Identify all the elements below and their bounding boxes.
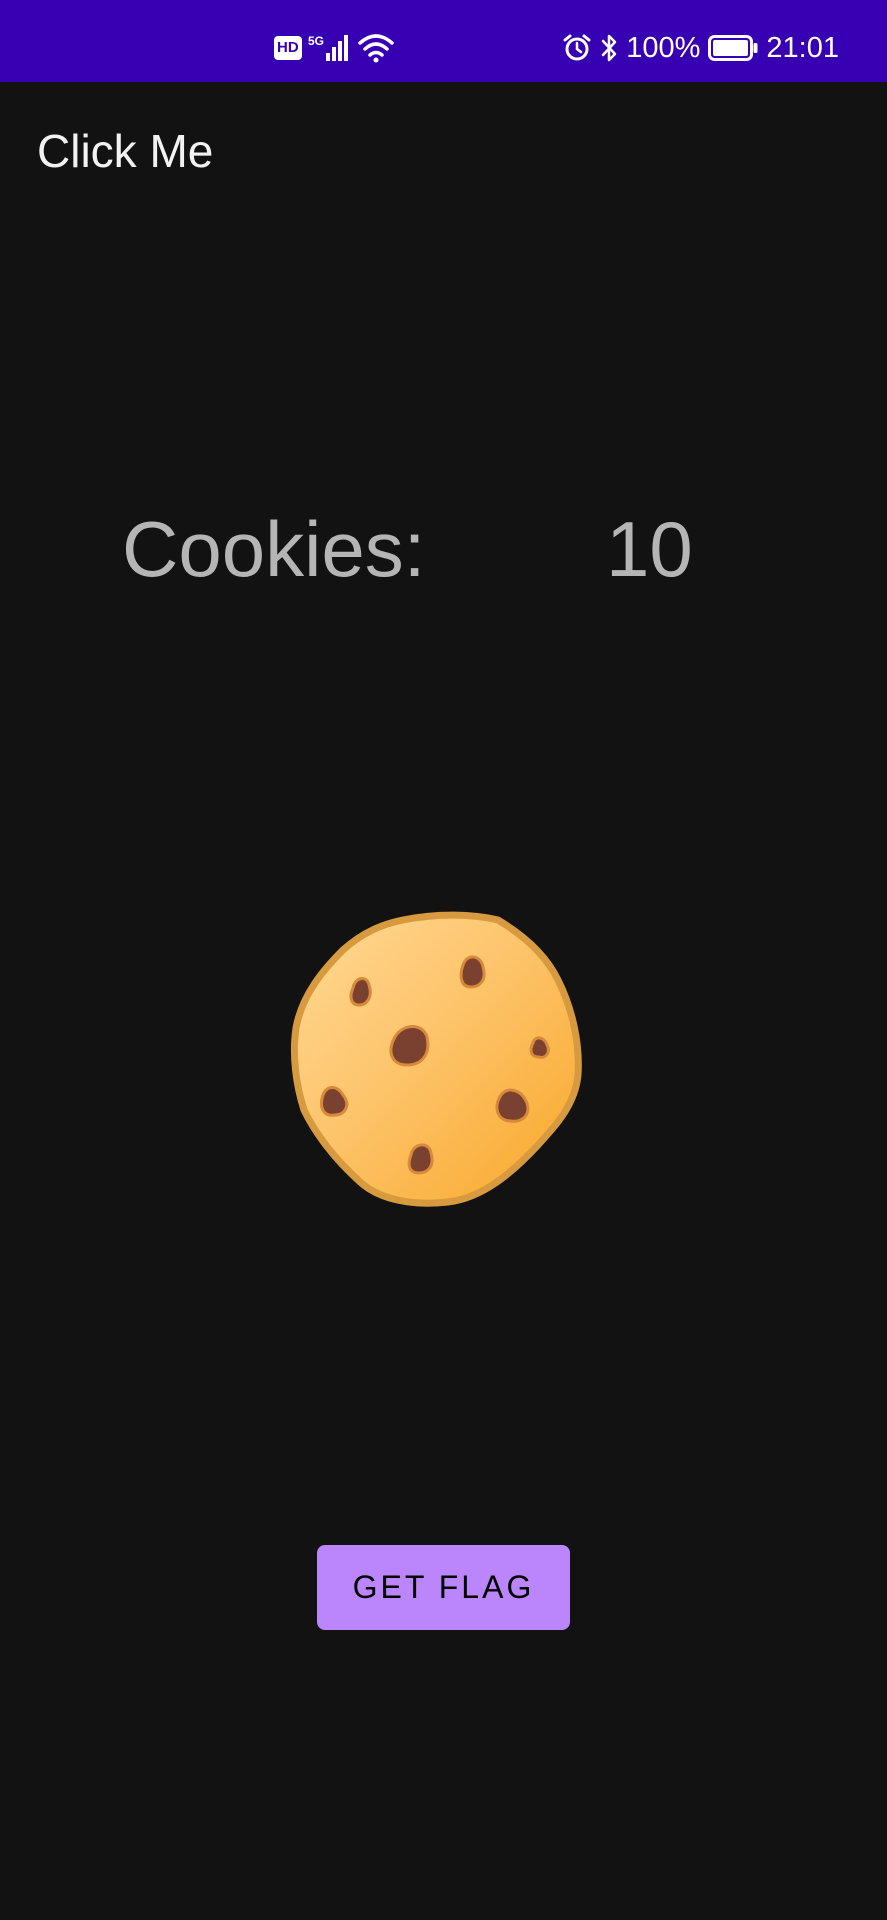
battery-icon: [708, 35, 758, 61]
status-bar-right: 100% 21:01: [562, 30, 839, 66]
get-flag-button[interactable]: GET FLAG: [317, 1545, 570, 1630]
cookies-count: 10: [606, 505, 693, 593]
signal-icon: 5G: [308, 34, 348, 61]
alarm-icon: [563, 34, 591, 61]
app-bar: Click Me: [0, 82, 887, 222]
app-title: Click Me: [37, 125, 214, 177]
wifi-icon: [357, 34, 394, 63]
status-bar: HD 5G 100% 21:01: [0, 0, 887, 82]
status-bar-left: HD 5G: [274, 32, 394, 64]
cookie-icon: [290, 911, 582, 1207]
cookie-button[interactable]: [283, 905, 603, 1225]
hd-icon: HD: [274, 36, 302, 60]
network-type-text: 5G: [308, 34, 324, 48]
bluetooth-icon: [602, 34, 617, 62]
cookies-label: Cookies:: [122, 505, 426, 593]
battery-percent: 100%: [626, 31, 701, 64]
clock-time: 21:01: [766, 31, 839, 64]
